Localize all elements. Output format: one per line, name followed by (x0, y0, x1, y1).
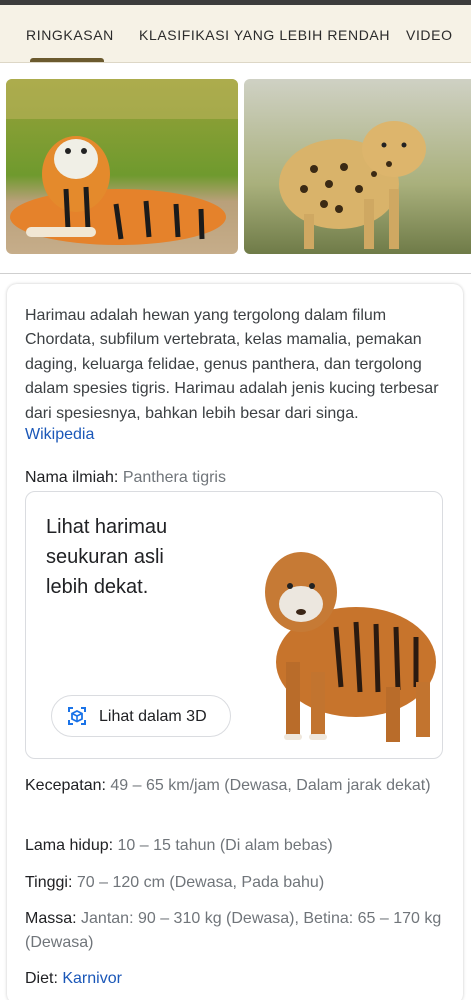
fact-mass-value: Jantan: 90 – 310 kg (Dewasa), Betina: 65… (25, 910, 442, 951)
view-3d-prompt: Lihat harimau seukuran asli lebih dekat. (46, 516, 168, 598)
wikipedia-link[interactable]: Wikipedia (25, 426, 94, 444)
fact-lifespan-value: 10 – 15 tahun (Di alam bebas) (117, 837, 333, 854)
scientific-name-value: Panthera tigris (122, 469, 226, 486)
scientific-name-label: Nama ilmiah: (25, 469, 119, 486)
leopard-photo[interactable] (244, 79, 471, 254)
fact-speed-label: Kecepatan: (25, 777, 106, 794)
fact-speed-value: 49 – 65 km/jam (Dewasa, Dalam jarak deka… (110, 777, 431, 794)
fact-speed: Kecepatan: 49 – 65 km/jam (Dewasa, Dalam… (25, 774, 445, 798)
cube-3d-icon (68, 707, 86, 725)
3d-tiger-preview (265, 552, 436, 742)
fact-height: Tinggi: 70 – 120 cm (Dewasa, Pada bahu) (25, 871, 445, 895)
tab-klasifikasi[interactable]: KLASIFIKASI YANG LEBIH RENDAH (139, 5, 390, 63)
scientific-name-row: Nama ilmiah: Panthera tigris (25, 469, 226, 487)
tab-bar: RINGKASAN KLASIFIKASI YANG LEBIH RENDAH … (0, 5, 471, 63)
fact-height-label: Tinggi: (25, 874, 73, 891)
fact-height-value: 70 – 120 cm (Dewasa, Pada bahu) (76, 874, 325, 891)
fact-mass: Massa: Jantan: 90 – 310 kg (Dewasa), Bet… (25, 907, 445, 955)
fact-diet: Diet: Karnivor (25, 967, 445, 991)
view-3d-panel[interactable]: Lihat harimau seukuran asli lebih dekat. (25, 491, 443, 759)
fact-lifespan-label: Lama hidup: (25, 837, 114, 854)
tab-video[interactable]: VIDEO (406, 5, 453, 63)
fact-diet-label: Diet: (25, 970, 58, 987)
knowledge-panel-card: Harimau adalah hewan yang tergolong dala… (7, 284, 463, 1000)
fact-mass-label: Massa: (25, 910, 77, 927)
fact-diet-value-link[interactable]: Karnivor (62, 970, 122, 987)
view-in-3d-button[interactable]: Lihat dalam 3D (51, 695, 231, 737)
image-carousel (0, 64, 471, 274)
view-in-3d-label: Lihat dalam 3D (99, 708, 207, 725)
tiger-photo[interactable] (6, 79, 238, 254)
fact-lifespan: Lama hidup: 10 – 15 tahun (Di alam bebas… (25, 834, 445, 858)
tab-ringkasan[interactable]: RINGKASAN (26, 5, 114, 63)
active-tab-indicator (30, 58, 104, 62)
description-text: Harimau adalah hewan yang tergolong dala… (25, 307, 439, 422)
